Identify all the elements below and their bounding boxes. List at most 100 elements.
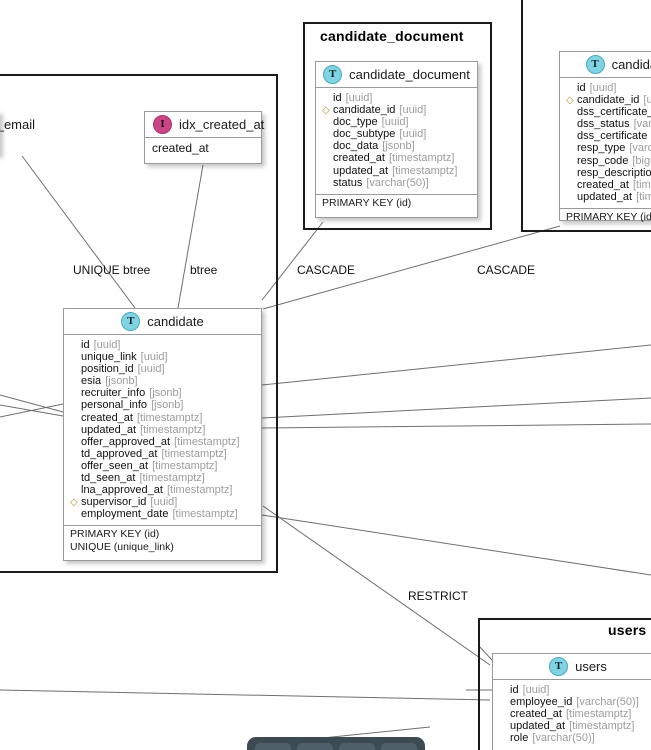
column-name: offer_seen_at: [81, 459, 149, 472]
column-row: personal_info [jsonb]: [70, 399, 255, 411]
column-row: id [uuid]: [70, 339, 255, 351]
edge-restrict-supervisor: [262, 505, 491, 666]
node-table-candidate-document[interactable]: T candidate_document id [uuid] ◇ candidate_…: [315, 61, 478, 218]
column-row: ◇ supervisor_id [uuid]: [70, 496, 255, 508]
column-name: updated_at: [577, 190, 633, 203]
column-type: [uuid]: [345, 92, 373, 104]
column-type: [varchar(50)]: [633, 118, 651, 131]
node-header: T candidate_document: [316, 62, 477, 88]
index-badge-icon: I: [153, 115, 172, 134]
column-list: id [uuid] unique_link [uuid] position_id [uui…: [64, 335, 261, 525]
constraint-row: PRIMARY KEY (id): [322, 196, 412, 209]
column-type: [timestamptz]: [152, 459, 218, 472]
zoom-out-button[interactable]: −: [255, 743, 291, 750]
edge-outgoing-right-4: [261, 514, 651, 576]
node-title: idx_created_at: [179, 117, 265, 132]
fit-button[interactable]: ⤢: [297, 743, 333, 750]
column-name: td_approved_at: [81, 447, 158, 460]
column-name: employment_date: [81, 508, 169, 521]
column-row: created_at[timestamptz]: [499, 708, 651, 720]
column-type: [varchar(50)]: [629, 142, 651, 155]
edge-label-restrict: RESTRICT: [408, 589, 468, 603]
column-type: [timestamptz]: [636, 190, 651, 203]
column-type: [timestamptz]: [632, 178, 651, 191]
column-name: personal_info: [81, 399, 148, 412]
column-name: updated_at: [510, 720, 566, 733]
column-row: employment_date [timestamptz]: [70, 508, 255, 520]
column-type: [timestamptz]: [392, 164, 458, 177]
edge-outgoing-right-2: [261, 397, 651, 419]
column-name: updated_at: [81, 423, 137, 436]
column-name: doc_subtype: [333, 128, 396, 141]
column-row: position_id [uuid]: [70, 363, 255, 375]
column-type: [uuid]: [522, 684, 550, 696]
node-title: candidate_document: [349, 67, 470, 82]
column-row: resp_code[bigint]: [566, 155, 651, 167]
column-name: created_at: [333, 152, 385, 165]
column-row: updated_at[timestamptz]: [322, 165, 471, 177]
column-type: [timestamptz]: [174, 435, 240, 448]
column-type: [uuid]: [399, 104, 427, 117]
table-badge-icon: T: [323, 65, 343, 84]
zoom-in-button[interactable]: +: [339, 743, 375, 750]
node-table-users[interactable]: T users id [uuid] employee_id [varchar(50)]…: [492, 653, 651, 750]
column-name: resp_type: [577, 142, 626, 155]
index-body: created_at: [145, 138, 261, 158]
column-type: [varchar(50)]: [532, 732, 595, 745]
column-name: dss_status: [577, 118, 630, 131]
column-name: doc_type: [333, 116, 378, 129]
search-button[interactable]: ⌕: [381, 743, 417, 750]
node-header: T candidate_dss: [560, 52, 651, 78]
table-badge-icon: T: [121, 312, 141, 331]
column-type: [timestamptz]: [172, 508, 238, 521]
column-name: role: [510, 732, 529, 745]
column-name: candidate_id: [577, 94, 640, 107]
column-name: resp_code: [577, 154, 629, 167]
column-type: [timestamptz]: [166, 484, 233, 497]
column-name: id: [577, 82, 586, 94]
column-name: created_at: [81, 411, 133, 424]
column-type: [uuid]: [93, 339, 121, 351]
column-type: [varchar(50)]: [366, 176, 429, 189]
column-row: offer_approved_at [timestamptz]: [70, 436, 255, 448]
column-row: doc_type [uuid]: [322, 116, 471, 128]
diagram-canvas[interactable]: candidate_document users idx_recruiter_i…: [0, 0, 651, 750]
node-header: I idx_created_at: [145, 112, 265, 138]
column-name: created_at: [510, 708, 562, 721]
column-type: [uuid]: [150, 496, 178, 509]
foreign-key-diamond-icon: ◇: [70, 497, 78, 509]
column-name: candidate_id: [333, 104, 396, 117]
index-column: created_at: [152, 141, 209, 155]
node-idx-created-at[interactable]: I idx_created_at created_at: [144, 111, 265, 164]
column-row: role [varchar(50)]: [499, 732, 651, 744]
column-type: [uuid]: [399, 128, 427, 141]
column-name: offer_approved_at: [81, 435, 171, 448]
column-row: doc_subtype [uuid]: [322, 128, 471, 140]
column-type: [uuid]: [137, 363, 165, 376]
column-name: esia: [81, 375, 102, 388]
node-table-candidate-dss[interactable]: T candidate_dss id[uuid]◇candidate_id[uu…: [559, 51, 651, 223]
diagram-toolbar[interactable]: − ⤢ + ⌕: [247, 737, 425, 750]
column-list: id[uuid]◇candidate_id[uuid]dss_certifica…: [560, 78, 651, 208]
column-row: id [uuid]: [566, 82, 651, 94]
edge-bottom-sweep: [0, 689, 491, 701]
node-table-candidate[interactable]: T candidate id [uuid] unique_link [uuid] pos…: [63, 308, 262, 561]
edge-label-cascade-dss: CASCADE: [477, 263, 536, 277]
column-row: ◇candidate_id[uuid]: [566, 94, 651, 106]
column-type: [jsonb]: [382, 140, 415, 153]
edge-label-btree: btree: [190, 263, 218, 277]
column-name: position_id: [81, 363, 134, 376]
column-name: status: [333, 176, 363, 189]
column-type: [timestamptz]: [136, 411, 203, 424]
node-header: T users: [493, 654, 651, 680]
column-row: doc_data [jsonb]: [322, 140, 471, 152]
column-type: [timestamptz]: [565, 708, 632, 721]
constraint-row: PRIMARY KEY (id): [566, 210, 651, 223]
column-name: id: [510, 684, 519, 696]
column-row: ◇candidate_id[uuid]: [322, 104, 471, 116]
edge-label-unique-btree: UNIQUE btree: [73, 263, 151, 277]
column-row: id [uuid]: [322, 92, 471, 104]
edge-outgoing-right-3: [261, 423, 651, 429]
column-row: esia [jsonb]: [70, 375, 255, 387]
column-row: resp_description[text]: [566, 167, 651, 179]
